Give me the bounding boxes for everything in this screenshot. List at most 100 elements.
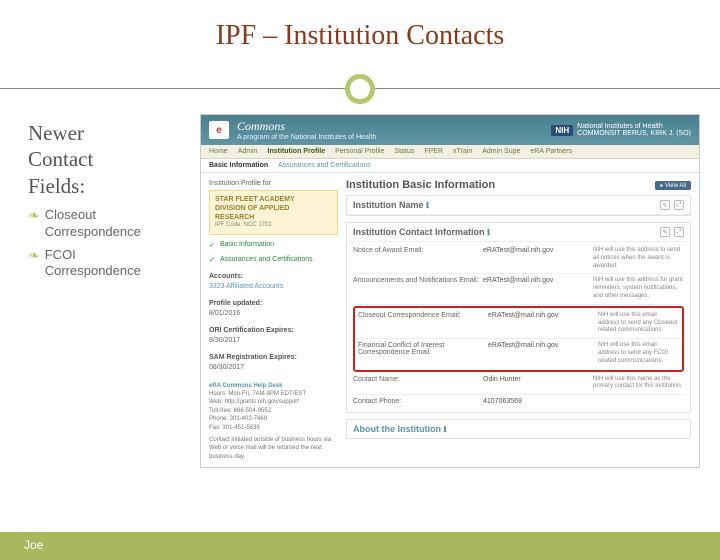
- row-value: 4107063569: [483, 398, 593, 405]
- nih-block: NIH National Institutes of Health COMMON…: [551, 123, 691, 137]
- row-value: eRATest@mail.nih.gov: [483, 277, 593, 300]
- row-value: eRATest@mail.nih.gov: [488, 312, 598, 335]
- slide-footer: Joe: [0, 532, 720, 560]
- help-icon[interactable]: ℹ: [426, 201, 429, 210]
- sidebar-profile-for: Institution Profile for: [209, 179, 338, 190]
- expand-icon[interactable]: ⤢: [674, 227, 684, 237]
- help-toll: Toll-free: 866-504-9552: [209, 407, 338, 415]
- row-label: Notice of Award Email:: [353, 247, 483, 270]
- expand-icon[interactable]: ⤢: [674, 200, 684, 210]
- row-label: Financial Conflict of Interest Correspon…: [358, 342, 488, 365]
- help-title: eRA Commons Help Desk: [209, 382, 338, 390]
- screenshot-panel: e Commons A program of the National Inst…: [200, 114, 720, 468]
- bullet-text: FCOI: [45, 247, 76, 262]
- help-fax: Fax: 301-451-5639: [209, 424, 338, 432]
- left-heading: Newer Contact Fields:: [28, 120, 200, 199]
- bullet-icon: ❧: [28, 247, 40, 264]
- org-box: STAR FLEET ACADEMY DIVISION OF APPLIED R…: [209, 190, 338, 235]
- bullet-icon: ❧: [28, 207, 40, 224]
- section-institution-name: Institution Name ℹ ✎ ⤢: [346, 195, 691, 216]
- row-label: Announcements and Notifications Email:: [353, 277, 483, 300]
- view-all-button[interactable]: ▸ View All: [655, 181, 691, 190]
- nih-line: National Institutes of Health: [577, 123, 691, 130]
- edit-icon[interactable]: ✎: [660, 227, 670, 237]
- brand-name: Commons: [237, 119, 376, 134]
- section-title: Institution Contact Information: [353, 227, 484, 237]
- nav-fper[interactable]: FPER: [424, 148, 443, 155]
- nav-admin[interactable]: Admin: [238, 148, 258, 155]
- sidebar-link-basic[interactable]: Basic Information: [209, 240, 338, 251]
- row-value: eRATest@mail.nih.gov: [483, 247, 593, 270]
- divider: [0, 74, 720, 104]
- accounts-label: Accounts:: [209, 272, 338, 283]
- row-note: NIH will use this address for grant remi…: [593, 277, 684, 300]
- nih-badge: NIH: [551, 125, 573, 136]
- helpdesk: eRA Commons Help Desk Hours: Mon-Fri, 7A…: [209, 382, 338, 462]
- help-icon[interactable]: ℹ: [444, 425, 447, 434]
- updated-value: 8/01/2016: [209, 309, 338, 320]
- sam-value: 08/30/2017: [209, 363, 338, 374]
- brand-subtitle: A program of the National Institutes of …: [237, 134, 376, 141]
- table-row: Announcements and Notifications Email: e…: [353, 274, 684, 304]
- top-nav: Home Admin Institution Profile Personal …: [201, 145, 699, 159]
- bullet-text: Correspondence: [45, 224, 141, 239]
- org-name: RESEARCH: [215, 213, 332, 222]
- help-note: Contact initiated outside of business ho…: [209, 436, 338, 461]
- help-icon[interactable]: ℹ: [487, 228, 490, 237]
- slide-title: IPF – Institution Contacts: [0, 20, 720, 52]
- table-row: Financial Conflict of Interest Correspon…: [358, 339, 679, 368]
- nav-personal-profile[interactable]: Personal Profile: [335, 148, 384, 155]
- app-banner: e Commons A program of the National Inst…: [201, 115, 699, 145]
- org-name: DIVISION OF APPLIED: [215, 204, 332, 213]
- left-heading-line: Contact: [28, 146, 200, 172]
- nav-status[interactable]: Status: [395, 148, 415, 155]
- help-web: Web: http://grants.nih.gov/support: [209, 398, 338, 406]
- nav-era-partners[interactable]: eRA Partners: [530, 148, 572, 155]
- section-contact-info: Institution Contact Information ℹ ✎ ⤢ Not…: [346, 222, 691, 413]
- era-logo-icon: e: [209, 121, 229, 139]
- left-heading-line: Fields:: [28, 173, 200, 199]
- bullet-text: Closeout: [45, 207, 96, 222]
- row-note: NIH will use this address to send all no…: [593, 247, 684, 270]
- sidebar: Institution Profile for STAR FLEET ACADE…: [201, 173, 346, 467]
- bullet-text: Correspondence: [45, 263, 141, 278]
- table-row: Contact Name: Odin Hunter NIH will use t…: [353, 373, 684, 396]
- main-header: Institution Basic Information: [346, 179, 495, 191]
- table-row: Contact Phone: 4107063569: [353, 395, 684, 408]
- bullet-item: ❧ FCOI Correspondence: [28, 247, 200, 281]
- sam-label: SAM Registration Expires:: [209, 353, 338, 364]
- row-label: Contact Phone:: [353, 398, 483, 405]
- left-heading-line: Newer: [28, 120, 200, 146]
- bullet-item: ❧ Closeout Correspondence: [28, 207, 200, 241]
- row-value: eRATest@mail.nih.gov: [488, 342, 598, 365]
- row-note: NIH will use this name as the primary co…: [593, 376, 684, 392]
- ring-icon: [345, 74, 375, 104]
- nav-admin-supe[interactable]: Admin Supe: [482, 148, 520, 155]
- edit-icon[interactable]: ✎: [660, 200, 670, 210]
- nav-xtrain[interactable]: xTrain: [453, 148, 472, 155]
- table-row: Closeout Correspondence Email: eRATest@m…: [358, 309, 679, 339]
- help-hours: Hours: Mon-Fri, 7AM-8PM EDT/EST: [209, 390, 338, 398]
- row-note: NIH will use this email address to send …: [598, 342, 679, 365]
- ipf-code: IPF Code: NCC 1701: [215, 222, 332, 230]
- row-note: NIH will use this email address to send …: [598, 312, 679, 335]
- highlighted-rows: Closeout Correspondence Email: eRATest@m…: [353, 306, 684, 372]
- row-value: Odin Hunter: [483, 376, 593, 392]
- ori-label: ORI Certification Expires:: [209, 326, 338, 337]
- nav-home[interactable]: Home: [209, 148, 228, 155]
- accounts-value[interactable]: 3323 Affiliated Accounts: [209, 282, 338, 293]
- row-label: Contact Name:: [353, 376, 483, 392]
- ori-value: 8/30/2017: [209, 336, 338, 347]
- row-note: [593, 398, 684, 405]
- era-commons-screenshot: e Commons A program of the National Inst…: [200, 114, 700, 468]
- table-row: Notice of Award Email: eRATest@mail.nih.…: [353, 244, 684, 274]
- subnav-assurances[interactable]: Assurances and Certifications: [278, 162, 371, 169]
- subnav-basic-info[interactable]: Basic Information: [209, 162, 268, 169]
- section-title: Institution Name: [353, 200, 424, 210]
- org-name: STAR FLEET ACADEMY: [215, 195, 332, 204]
- user-label: COMMONSIT BERUS, KIRK J. (SO): [577, 130, 691, 137]
- sub-nav: Basic Information Assurances and Certifi…: [201, 159, 699, 173]
- sidebar-link-assurances[interactable]: Assurances and Certifications: [209, 255, 338, 266]
- updated-label: Profile updated:: [209, 299, 338, 310]
- nav-institution-profile[interactable]: Institution Profile: [268, 148, 326, 155]
